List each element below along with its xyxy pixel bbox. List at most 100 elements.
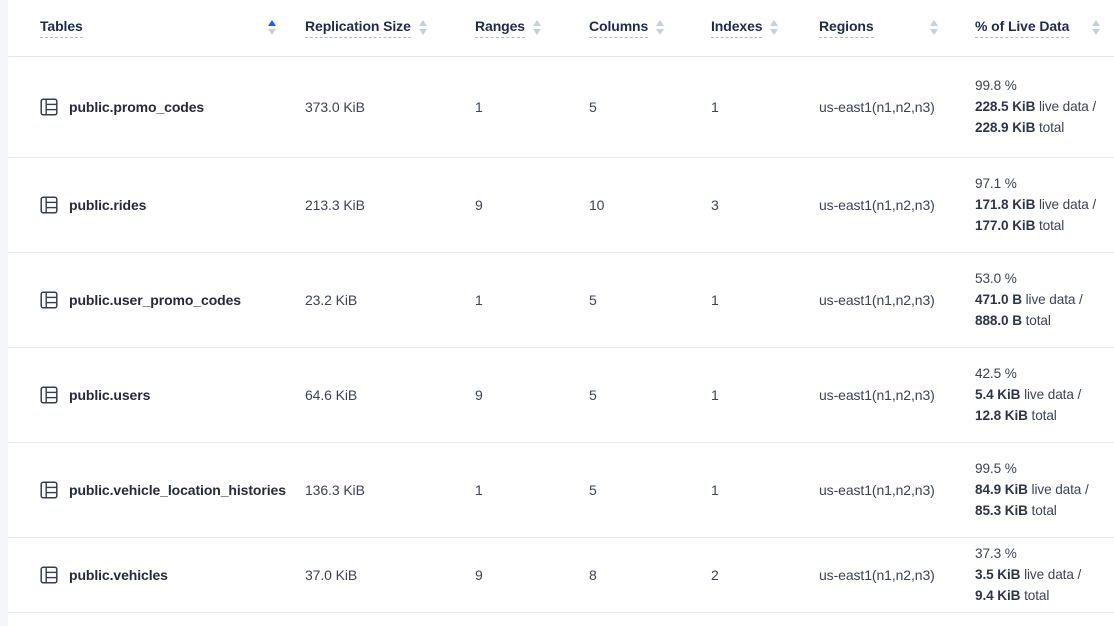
sort-asc-icon [930, 20, 938, 26]
column-header-label: Regions [819, 18, 874, 38]
sort-desc-icon [419, 29, 427, 35]
sort-desc-icon [656, 29, 664, 35]
live-data-amount: 3.5 KiB live data / [975, 564, 1114, 585]
columns-cell: 8 [554, 537, 676, 612]
indexes-cell: 2 [676, 537, 792, 612]
column-header[interactable]: Indexes [676, 0, 792, 56]
table-icon [40, 196, 58, 214]
live-data-percent: 42.5 % [975, 363, 1114, 384]
live-data-total: 888.0 B total [975, 310, 1114, 331]
sort-desc-icon [268, 29, 276, 35]
regions-cell: us-east1(n1,n2,n3) [792, 252, 952, 347]
columns-cell: 10 [554, 157, 676, 252]
sort-desc-icon [930, 29, 938, 35]
ranges-cell: 1 [440, 252, 554, 347]
table-name-link[interactable]: public.user_promo_codes [69, 292, 241, 308]
table-name-link[interactable]: public.rides [69, 197, 146, 213]
live-data-total: 228.9 KiB total [975, 117, 1114, 138]
live-data-percent: 37.3 % [975, 543, 1114, 564]
table-row: public.vehicle_location_histories 136.3 … [8, 442, 1114, 537]
live-data-cell: 99.5 % 84.9 KiB live data / 85.3 KiB tot… [952, 442, 1114, 537]
table-icon [40, 481, 58, 499]
live-data-amount: 228.5 KiB live data / [975, 96, 1114, 117]
sort-arrows-icon [1092, 20, 1100, 35]
live-data-cell: 42.5 % 5.4 KiB live data / 12.8 KiB tota… [952, 347, 1114, 442]
column-header-label: Ranges [475, 18, 525, 38]
live-data-total: 12.8 KiB total [975, 405, 1114, 426]
replication-size-cell: 373.0 KiB [290, 56, 440, 157]
database-tables-table: Tables Replication Size Ranges Columns [8, 0, 1114, 613]
indexes-cell: 1 [676, 56, 792, 157]
indexes-cell: 1 [676, 442, 792, 537]
sort-arrows-icon [656, 20, 664, 35]
table-name-cell: public.user_promo_codes [8, 252, 290, 347]
page-background-strip [0, 0, 8, 626]
column-header-label: Indexes [711, 18, 762, 38]
table-icon [40, 386, 58, 404]
table-name-link[interactable]: public.users [69, 387, 150, 403]
indexes-cell: 3 [676, 157, 792, 252]
live-data-total: 85.3 KiB total [975, 500, 1114, 521]
columns-cell: 5 [554, 442, 676, 537]
live-data-total: 177.0 KiB total [975, 215, 1114, 236]
regions-cell: us-east1(n1,n2,n3) [792, 157, 952, 252]
table-name-cell: public.vehicle_location_histories [8, 442, 290, 537]
live-data-cell: 53.0 % 471.0 B live data / 888.0 B total [952, 252, 1114, 347]
replication-size-cell: 23.2 KiB [290, 252, 440, 347]
table-icon [40, 291, 58, 309]
table-body: public.promo_codes 373.0 KiB 1 5 1 us-ea… [8, 56, 1114, 612]
ranges-cell: 9 [440, 537, 554, 612]
column-header[interactable]: Replication Size [290, 0, 440, 56]
column-header-label: Tables [40, 18, 83, 38]
table-name-cell: public.vehicles [8, 537, 290, 612]
ranges-cell: 9 [440, 347, 554, 442]
sort-arrows-icon [419, 20, 427, 35]
sort-arrows-icon [930, 20, 938, 35]
table-name-cell: public.rides [8, 157, 290, 252]
live-data-total: 9.4 KiB total [975, 585, 1114, 606]
table-row: public.user_promo_codes 23.2 KiB 1 5 1 u… [8, 252, 1114, 347]
table-name-link[interactable]: public.vehicle_location_histories [69, 482, 286, 498]
column-header-label: Replication Size [305, 18, 411, 38]
sort-arrows-icon [533, 20, 541, 35]
table-name-link[interactable]: public.vehicles [69, 567, 168, 583]
ranges-cell: 1 [440, 442, 554, 537]
live-data-amount: 5.4 KiB live data / [975, 384, 1114, 405]
replication-size-cell: 37.0 KiB [290, 537, 440, 612]
sort-asc-icon [533, 20, 541, 26]
sort-asc-icon [1092, 20, 1100, 26]
table-header-row: Tables Replication Size Ranges Columns [8, 0, 1114, 56]
table-name-cell: public.users [8, 347, 290, 442]
replication-size-cell: 64.6 KiB [290, 347, 440, 442]
sort-arrows-icon [268, 20, 276, 35]
column-header[interactable]: Tables [8, 0, 290, 56]
columns-cell: 5 [554, 347, 676, 442]
sort-desc-icon [1092, 29, 1100, 35]
regions-cell: us-east1(n1,n2,n3) [792, 537, 952, 612]
sort-asc-icon [268, 20, 276, 26]
live-data-cell: 37.3 % 3.5 KiB live data / 9.4 KiB total [952, 537, 1114, 612]
indexes-cell: 1 [676, 347, 792, 442]
live-data-amount: 84.9 KiB live data / [975, 479, 1114, 500]
ranges-cell: 9 [440, 157, 554, 252]
column-header[interactable]: Ranges [440, 0, 554, 56]
live-data-percent: 99.5 % [975, 458, 1114, 479]
live-data-percent: 97.1 % [975, 173, 1114, 194]
live-data-amount: 471.0 B live data / [975, 289, 1114, 310]
live-data-cell: 97.1 % 171.8 KiB live data / 177.0 KiB t… [952, 157, 1114, 252]
column-header[interactable]: Regions [792, 0, 952, 56]
column-header[interactable]: % of Live Data [952, 0, 1114, 56]
live-data-percent: 53.0 % [975, 268, 1114, 289]
ranges-cell: 1 [440, 56, 554, 157]
columns-cell: 5 [554, 56, 676, 157]
column-header-label: % of Live Data [975, 18, 1069, 38]
sort-arrows-icon [770, 20, 778, 35]
regions-cell: us-east1(n1,n2,n3) [792, 442, 952, 537]
sort-desc-icon [533, 29, 541, 35]
table-row: public.rides 213.3 KiB 9 10 3 us-east1(n… [8, 157, 1114, 252]
sort-asc-icon [770, 20, 778, 26]
table-name-cell: public.promo_codes [8, 56, 290, 157]
table-name-link[interactable]: public.promo_codes [69, 99, 204, 115]
replication-size-cell: 213.3 KiB [290, 157, 440, 252]
column-header[interactable]: Columns [554, 0, 676, 56]
